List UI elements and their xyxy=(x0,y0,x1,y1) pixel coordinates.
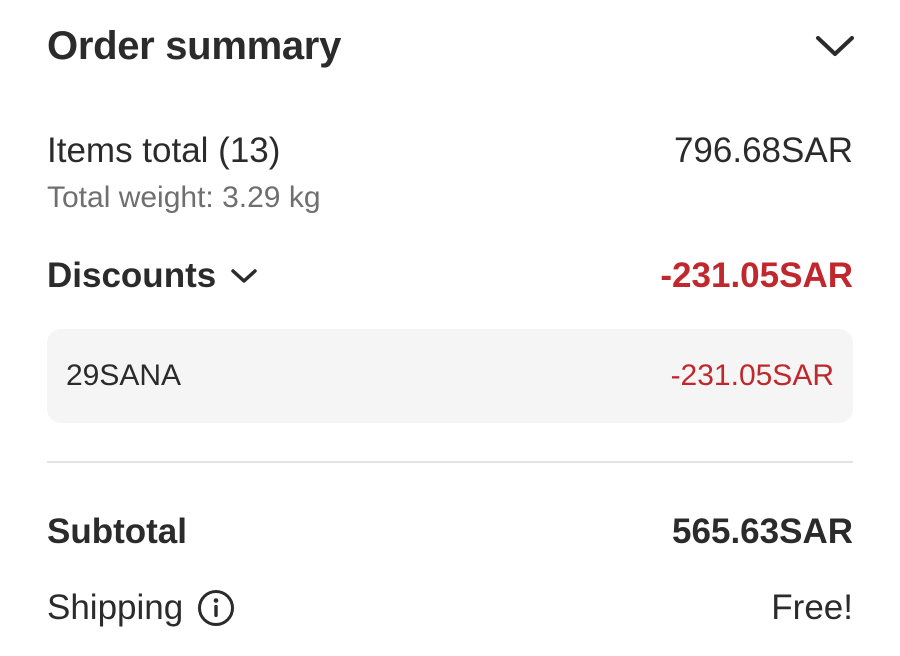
discounts-value: -231.05SAR xyxy=(660,256,853,295)
shipping-value: Free! xyxy=(771,588,853,627)
chevron-down-icon xyxy=(231,269,257,283)
coupon-code: 29SANA xyxy=(66,359,182,392)
coupon-item: 29SANA -231.05SAR xyxy=(47,329,853,423)
shipping-label: Shipping xyxy=(47,588,184,627)
items-total-row: Items total (13) 796.68SAR xyxy=(47,125,853,177)
info-icon xyxy=(198,590,235,626)
order-summary-panel: Order summary Items total (13) 796.68SAR… xyxy=(0,0,900,656)
order-summary-header[interactable]: Order summary xyxy=(47,18,854,74)
discounts-row: Discounts -231.05SAR xyxy=(47,250,853,302)
collapse-toggle-button[interactable] xyxy=(813,24,857,68)
shipping-info-button[interactable] xyxy=(197,589,235,627)
shipping-label-group: Shipping xyxy=(47,588,235,628)
items-total-value: 796.68SAR xyxy=(673,131,853,170)
page-title: Order summary xyxy=(47,23,342,68)
divider xyxy=(47,461,853,463)
discounts-label: Discounts xyxy=(47,256,217,295)
total-weight: Total weight: 3.29 kg xyxy=(47,181,321,214)
shipping-row: Shipping Free! xyxy=(47,582,853,634)
subtotal-label: Subtotal xyxy=(47,512,187,551)
chevron-down-icon xyxy=(816,36,854,56)
discounts-toggle[interactable]: Discounts xyxy=(47,256,258,296)
subtotal-value: 565.63SAR xyxy=(672,512,853,551)
coupon-value: -231.05SAR xyxy=(670,359,834,392)
items-total-label: Items total (13) xyxy=(47,131,281,170)
subtotal-row: Subtotal 565.63SAR xyxy=(47,506,853,558)
